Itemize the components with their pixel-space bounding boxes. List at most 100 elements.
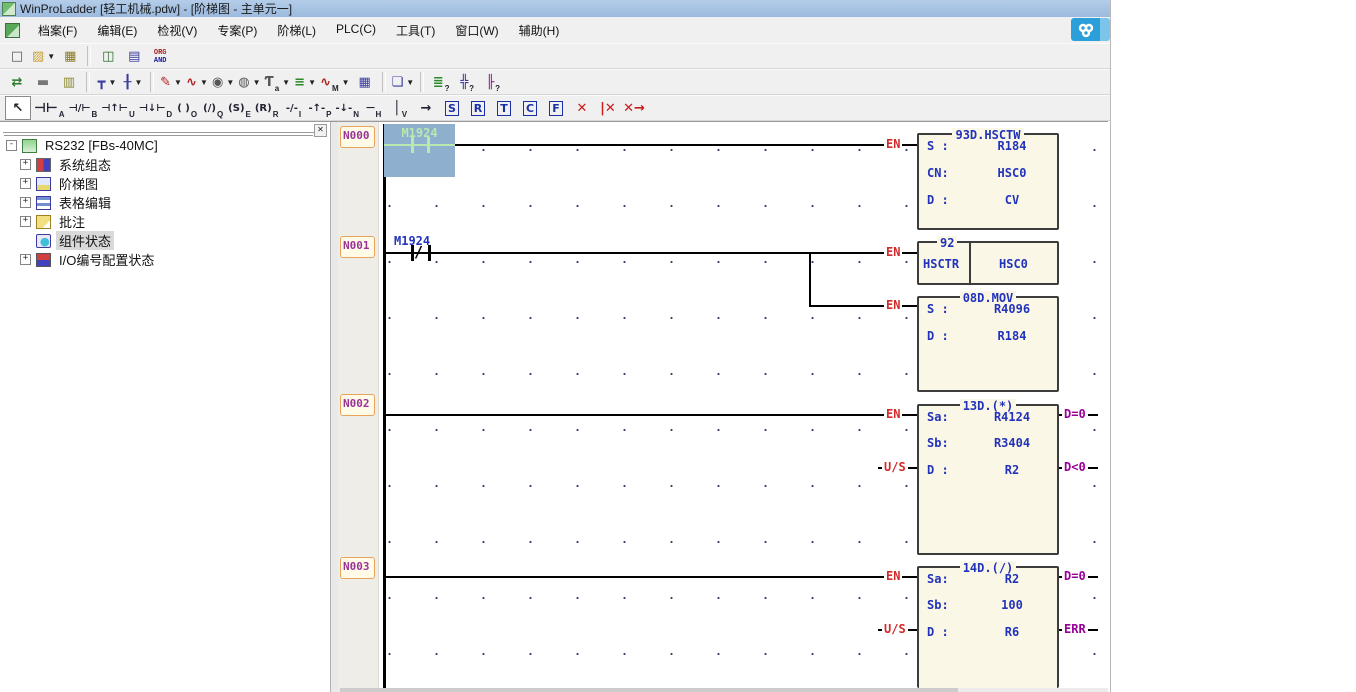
ic-chip-icon[interactable]: ▬: [31, 71, 55, 93]
contact-help-icon[interactable]: ╟?: [481, 71, 505, 93]
contact-up-icon[interactable]: ⊣↑⊢U: [100, 97, 135, 119]
register-monitor-dropdown-arrow[interactable]: ▼: [342, 73, 350, 93]
monitor-a-icon[interactable]: Ƭa▼: [264, 71, 292, 93]
horizontal-scrollbar[interactable]: [338, 688, 1108, 692]
new-file-icon[interactable]: □: [5, 45, 29, 67]
falling-edge-icon[interactable]: -↓-N: [335, 97, 360, 119]
tree-item-comment[interactable]: +批注: [0, 212, 330, 231]
org-and-icon[interactable]: ORGAND: [148, 45, 172, 67]
vertical-line-icon[interactable]: │V: [388, 97, 412, 119]
monitor-io-dropdown-arrow[interactable]: ▼: [200, 73, 208, 93]
open-file-icon[interactable]: ▨▼: [31, 45, 56, 67]
tree-item-rs232-root[interactable]: -RS232 [FBs-40MC]: [0, 136, 330, 155]
tree-item-ladder-diagram[interactable]: +阶梯图: [0, 174, 330, 193]
network-view-icon[interactable]: ╂▼: [121, 71, 145, 93]
param-value[interactable]: R4096: [971, 302, 1053, 316]
edit-comment-dropdown-arrow[interactable]: ▼: [174, 73, 182, 93]
table-view-icon[interactable]: ▦: [353, 71, 377, 93]
invert-element-icon[interactable]: -/-I: [281, 97, 305, 119]
status-list-icon[interactable]: ≡▼: [293, 71, 317, 93]
project-tree-icon[interactable]: ┳▼: [95, 71, 119, 93]
param-value[interactable]: HSC0: [971, 166, 1053, 180]
relay-monitor-icon[interactable]: ◍▼: [237, 71, 261, 93]
continue-line-icon[interactable]: →: [414, 97, 438, 119]
register-monitor-icon[interactable]: ∿M▼: [319, 71, 351, 93]
select-cursor-icon[interactable]: ↖: [5, 96, 31, 120]
delete-network-icon[interactable]: ✕→: [622, 97, 646, 119]
timer-instr-icon[interactable]: T: [492, 97, 516, 119]
function-block-mov[interactable]: 08D.MOV S :R4096 D :R184: [917, 296, 1059, 392]
contact-no-icon[interactable]: ⊣⊢A: [33, 97, 66, 119]
expand-icon[interactable]: +: [20, 197, 31, 208]
function-instr-icon[interactable]: F: [544, 97, 568, 119]
menu-item-project[interactable]: 专案(P): [207, 18, 267, 43]
relay-monitor-dropdown-arrow[interactable]: ▼: [253, 73, 261, 93]
param-value[interactable]: R2: [971, 463, 1053, 477]
tree-item-table-edit[interactable]: +表格编辑: [0, 193, 330, 212]
menu-item-file[interactable]: 档案(F): [28, 18, 87, 43]
menu-item-help[interactable]: 辅助(H): [509, 18, 570, 43]
scrollbar-thumb[interactable]: [340, 688, 958, 692]
param-value[interactable]: R2: [971, 572, 1053, 586]
mdi-child-icon[interactable]: [5, 23, 20, 38]
sequential-instr-icon[interactable]: S: [440, 97, 464, 119]
contact-down-icon[interactable]: ⊣↓⊢D: [138, 97, 173, 119]
monitor-io-icon[interactable]: ∿▼: [185, 71, 209, 93]
selected-contact-m1924[interactable]: M1924: [384, 124, 455, 177]
address-book-icon[interactable]: ▥: [57, 71, 81, 93]
function-block-hsctr[interactable]: 92 HSCTR HSC0: [917, 241, 1059, 285]
network-view-dropdown-arrow[interactable]: ▼: [134, 73, 142, 93]
param-value[interactable]: CV: [971, 193, 1053, 207]
network-label-n002[interactable]: N002: [340, 394, 375, 416]
network-label-n001[interactable]: N001: [340, 236, 375, 258]
contact-nc-icon[interactable]: ⊣/⊢B: [68, 97, 99, 119]
expand-icon[interactable]: +: [20, 216, 31, 227]
delete-element-icon[interactable]: ✕: [570, 97, 594, 119]
save-file-icon[interactable]: ▦: [58, 45, 82, 67]
rising-edge-icon[interactable]: -↑-P: [307, 97, 332, 119]
function-block-hsctw[interactable]: 93D.HSCTW S :R184 CN:HSC0 D :CV: [917, 133, 1059, 230]
panel-close-button[interactable]: ✕: [314, 124, 327, 137]
param-value[interactable]: R184: [971, 329, 1053, 343]
document-zoom-dropdown-arrow[interactable]: ▼: [406, 73, 414, 93]
param-value[interactable]: R184: [971, 139, 1053, 153]
menu-item-view[interactable]: 检视(V): [147, 18, 207, 43]
param-value[interactable]: R3404: [971, 436, 1053, 450]
param-value[interactable]: R6: [971, 625, 1053, 639]
document-zoom-icon[interactable]: ❏▼: [391, 71, 416, 93]
title-bar[interactable]: WinProLadder [轻工机械.pdw] - [阶梯图 - 主单元一]: [0, 0, 1110, 18]
counter-instr-icon[interactable]: C: [518, 97, 542, 119]
tree-item-component-status[interactable]: 组件状态: [0, 231, 330, 250]
expand-icon[interactable]: +: [20, 254, 31, 265]
menu-item-tool[interactable]: 工具(T): [386, 18, 445, 43]
function-block-div[interactable]: 14D.(/) Sa:R2 Sb:100 D :R6: [917, 566, 1059, 688]
expand-icon[interactable]: +: [20, 159, 31, 170]
coil-not-icon[interactable]: (/)Q: [201, 97, 225, 119]
function-block-mul[interactable]: 13D.(*) Sa:R4124 Sb:R3404 D :R2: [917, 404, 1059, 555]
menu-item-window[interactable]: 窗口(W): [445, 18, 508, 43]
component-help-icon[interactable]: ≣?: [429, 71, 453, 93]
network-label-n000[interactable]: N000: [340, 126, 375, 148]
fatek-logo-button[interactable]: [1071, 18, 1100, 41]
relay-instr-icon[interactable]: R: [466, 97, 490, 119]
open-file-dropdown-arrow[interactable]: ▼: [47, 47, 55, 67]
io-convert-icon[interactable]: ⇄: [5, 71, 29, 93]
panel-grip[interactable]: [3, 126, 314, 133]
delete-column-icon[interactable]: |✕: [596, 97, 620, 119]
ladder-help-icon[interactable]: ╬?: [455, 71, 479, 93]
param-value[interactable]: 100: [971, 598, 1053, 612]
monitor-a-dropdown-arrow[interactable]: ▼: [282, 73, 290, 93]
tree-item-io-config-status[interactable]: +I/O编号配置状态: [0, 250, 330, 269]
coil-reset-icon[interactable]: (R)R: [254, 97, 280, 119]
horizontal-line-icon[interactable]: ─H: [362, 97, 386, 119]
menu-item-ladder[interactable]: 阶梯(L): [267, 18, 326, 43]
network-label-n003[interactable]: N003: [340, 557, 375, 579]
block-cell[interactable]: HSC0: [999, 257, 1028, 271]
panel-splitter[interactable]: [330, 121, 338, 692]
expand-icon[interactable]: +: [20, 178, 31, 189]
tree-item-system-config[interactable]: +系统组态: [0, 155, 330, 174]
ladder-window-icon[interactable]: ◫: [96, 45, 120, 67]
zoom-register-dropdown-arrow[interactable]: ▼: [226, 73, 234, 93]
table-window-icon[interactable]: ▤: [122, 45, 146, 67]
collapse-icon[interactable]: -: [6, 140, 17, 151]
